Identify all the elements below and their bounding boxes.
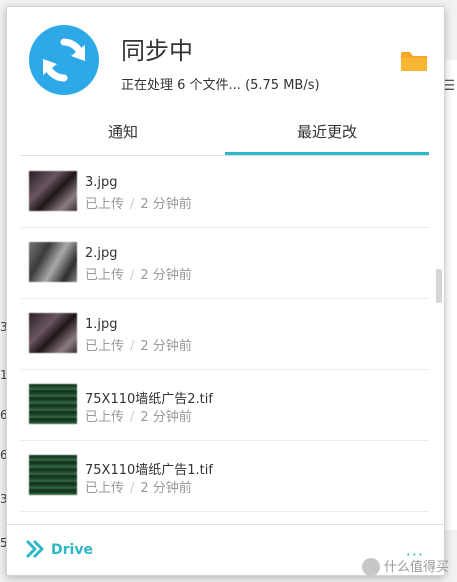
upload-time: 2 分钟前: [140, 268, 192, 283]
file-status: 已上传 / 2 分钟前: [85, 193, 192, 212]
watermark-text: 什么值得买: [383, 559, 449, 575]
sync-icon: [29, 25, 99, 95]
file-name: 1.jpg: [85, 317, 118, 332]
tab-notifications[interactable]: 通知: [21, 111, 225, 155]
panel-header: 同步中 正在处理 6 个文件... (5.75 MB/s): [7, 7, 444, 107]
drive-logo-icon: [25, 539, 47, 559]
file-name: 75X110墙纸广告1.tif: [85, 463, 213, 478]
separator: /: [130, 339, 135, 354]
list-item[interactable]: 75X110墙纸广告1.tif 已上传 / 2 分钟前: [21, 441, 429, 512]
upload-status: 已上传: [85, 339, 125, 354]
file-thumbnail: [29, 384, 77, 424]
watermark: 什么值得买: [361, 556, 449, 576]
separator: /: [130, 481, 135, 496]
tab-recent-changes[interactable]: 最近更改: [225, 111, 429, 155]
list-item[interactable]: 1.jpg 已上传 / 2 分钟前: [21, 299, 429, 370]
sync-panel: 同步中 正在处理 6 个文件... (5.75 MB/s) 通知 最近更改 3.…: [6, 6, 445, 576]
scrollbar-thumb[interactable]: [436, 269, 442, 303]
separator: /: [130, 197, 135, 212]
upload-status: 已上传: [85, 410, 125, 425]
file-thumbnail: [29, 171, 77, 211]
watermark-logo: [361, 558, 380, 576]
file-name: 2.jpg: [85, 246, 118, 261]
list-item[interactable]: 3.jpg 已上传 / 2 分钟前: [21, 157, 429, 228]
separator: /: [130, 268, 135, 283]
list-item[interactable]: 75X110墙纸广告2.tif 已上传 / 2 分钟前: [21, 370, 429, 441]
upload-time: 2 分钟前: [140, 410, 192, 425]
file-status: 已上传 / 2 分钟前: [85, 335, 192, 354]
recent-file-list: 3.jpg 已上传 / 2 分钟前 2.jpg 已上传 / 2 分钟前 1.jpg 已上…: [21, 157, 429, 519]
file-name: 3.jpg: [85, 175, 118, 190]
tab-bar: 通知 最近更改: [21, 111, 429, 156]
drive-brand-label[interactable]: Drive: [51, 542, 93, 558]
upload-status: 已上传: [85, 268, 125, 283]
sync-status-text: 正在处理 6 个文件... (5.75 MB/s): [121, 78, 320, 93]
folder-icon[interactable]: [400, 49, 428, 73]
file-thumbnail: [29, 313, 77, 353]
upload-time: 2 分钟前: [140, 481, 192, 496]
separator: /: [130, 410, 135, 425]
file-thumbnail: [29, 455, 77, 495]
page-title: 同步中: [121, 37, 193, 65]
upload-status: 已上传: [85, 481, 125, 496]
upload-time: 2 分钟前: [140, 197, 192, 212]
file-status: 已上传 / 2 分钟前: [85, 406, 192, 425]
file-thumbnail: [29, 242, 77, 282]
list-item[interactable]: 2.jpg 已上传 / 2 分钟前: [21, 228, 429, 299]
file-status: 已上传 / 2 分钟前: [85, 264, 192, 283]
upload-time: 2 分钟前: [140, 339, 192, 354]
file-status: 已上传 / 2 分钟前: [85, 477, 192, 496]
file-name: 75X110墙纸广告2.tif: [85, 392, 213, 407]
upload-status: 已上传: [85, 197, 125, 212]
